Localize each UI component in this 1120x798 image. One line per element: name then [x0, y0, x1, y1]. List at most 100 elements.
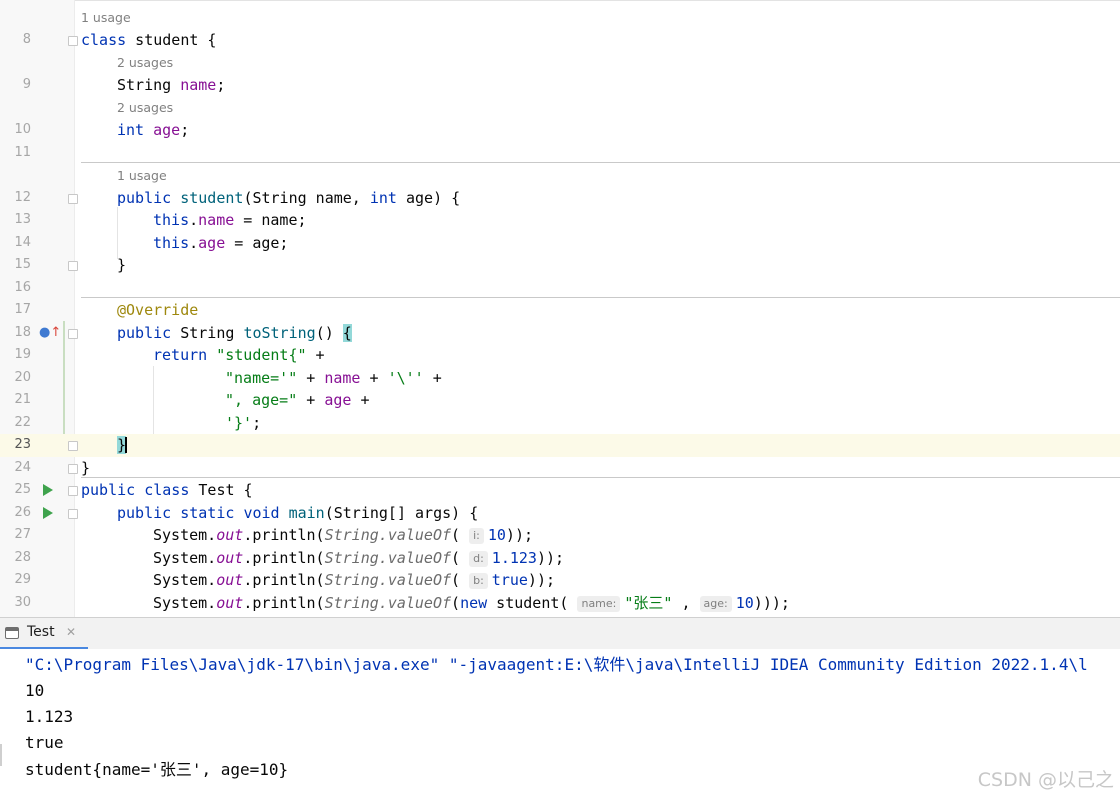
line-number[interactable]: 19 [0, 344, 31, 367]
fold-icon[interactable] [68, 486, 78, 496]
line-number[interactable]: 17 [0, 299, 31, 322]
keyword: void [243, 504, 280, 522]
usage-hint[interactable]: 1 usage [81, 7, 131, 30]
code-text: } [117, 434, 127, 457]
static-field: out [216, 526, 244, 544]
punct: )); [505, 526, 534, 544]
keyword: new [460, 594, 488, 612]
line-number[interactable]: 18 [0, 322, 31, 345]
parameter-hint[interactable]: i: [469, 528, 484, 544]
number-literal: 1.123 [491, 549, 537, 567]
usage-hint[interactable]: 2 usages [117, 52, 173, 75]
line-number[interactable]: 15 [0, 254, 31, 277]
fold-icon[interactable] [68, 329, 78, 339]
keyword: public [117, 189, 172, 207]
operator: + [360, 369, 388, 387]
console-output-line[interactable]: 10 [25, 678, 44, 704]
line-number[interactable]: 30 [0, 592, 31, 615]
code-line: 20 "name='" + name + '\'' + [0, 367, 1120, 390]
console-output-line[interactable]: 1.123 [25, 704, 73, 730]
code-text: public static void main(String[] args) { [117, 502, 478, 525]
method-separator [81, 162, 1120, 163]
code-line: 18 ●↑ public String toString() { [0, 322, 1120, 345]
fold-icon[interactable] [68, 194, 78, 204]
method-name: toString [243, 324, 316, 342]
method-call: .println( [243, 526, 325, 544]
code-editor[interactable]: 1 usage 8 class student { 2 usages 9 Str… [0, 0, 1120, 617]
run-gutter-icon[interactable] [43, 484, 53, 496]
parameter-hint[interactable]: b: [469, 573, 488, 589]
code-line: 13 this.name = name; [0, 209, 1120, 232]
class-ref: String. [324, 549, 388, 567]
line-number[interactable]: 25 [0, 479, 31, 502]
line-number[interactable]: 20 [0, 367, 31, 390]
code-text: ", age=" + age + [225, 389, 370, 412]
fold-icon[interactable] [68, 509, 78, 519]
fold-icon[interactable] [68, 464, 78, 474]
boolean-literal: true [491, 571, 528, 589]
code-text: "name='" + name + '\'' + [225, 367, 442, 390]
close-icon[interactable]: ✕ [66, 625, 76, 639]
keyword: public [117, 504, 172, 522]
line-number[interactable]: 13 [0, 209, 31, 232]
code-line: 12 public student(String name, int age) … [0, 187, 1120, 210]
parameter-hint[interactable]: d: [469, 551, 488, 567]
punct: ( [451, 549, 461, 567]
type: String [117, 76, 181, 94]
code-line: 27 System.out.println(String.valueOf( i:… [0, 524, 1120, 547]
line-number[interactable]: 29 [0, 569, 31, 592]
console-output-line[interactable]: true [25, 730, 64, 756]
line-number[interactable]: 8 [0, 29, 31, 52]
static-field: out [216, 571, 244, 589]
usage-hint[interactable]: 1 usage [117, 165, 167, 188]
parameter-hint[interactable]: age: [699, 596, 732, 612]
code-text: return "student{" + [153, 344, 325, 367]
fold-icon[interactable] [68, 36, 78, 46]
line-number[interactable]: 14 [0, 232, 31, 255]
line-number[interactable]: 28 [0, 547, 31, 570]
fold-icon[interactable] [68, 441, 78, 451]
console-command-line[interactable]: "C:\Program Files\Java\jdk-17\bin\java.e… [25, 652, 1088, 678]
params: (String[] args) { [324, 504, 479, 522]
tab-test[interactable]: Test ✕ [0, 618, 88, 649]
line-number[interactable]: 16 [0, 277, 31, 300]
parameter-hint[interactable]: name: [577, 596, 621, 612]
operator: + [423, 369, 442, 387]
punct: , [672, 594, 691, 612]
line-number[interactable]: 9 [0, 74, 31, 97]
code-text: System.out.println(String.valueOf(new st… [153, 592, 790, 615]
line-number[interactable]: 11 [0, 142, 31, 165]
constructor-name: student [180, 189, 244, 207]
code-text: public String toString() { [117, 322, 352, 345]
number-literal: 10 [735, 594, 754, 612]
keyword: public class [81, 481, 190, 499]
line-number[interactable]: 23 [0, 434, 31, 457]
text-cursor [125, 437, 127, 453]
code-text: int age; [117, 119, 189, 142]
override-gutter-icon[interactable]: ●↑ [39, 326, 61, 340]
fold-icon[interactable] [68, 261, 78, 271]
run-tab-bar: Test ✕ [0, 618, 1120, 649]
class-declaration: Test { [189, 481, 253, 499]
line-number[interactable]: 22 [0, 412, 31, 435]
keyword: this [153, 211, 190, 229]
console-output-line[interactable]: student{name='张三', age=10} [25, 757, 288, 783]
class-ref: System. [153, 526, 217, 544]
line-number[interactable]: 26 [0, 502, 31, 525]
keyword: int [369, 189, 397, 207]
code-text: } [117, 256, 127, 274]
line-number[interactable]: 24 [0, 457, 31, 480]
usage-hint-row: 2 usages [0, 97, 1120, 120]
line-number[interactable]: 21 [0, 389, 31, 412]
code-text: public class Test { [81, 479, 253, 502]
console-tab-icon [5, 627, 19, 639]
code-text: '}'; [225, 412, 261, 435]
params: (String name, [243, 189, 370, 207]
line-number[interactable]: 27 [0, 524, 31, 547]
line-number[interactable]: 12 [0, 187, 31, 210]
usage-hint[interactable]: 2 usages [117, 97, 173, 120]
code-line: 30 System.out.println(String.valueOf(new… [0, 592, 1120, 615]
run-gutter-icon[interactable] [43, 507, 53, 519]
static-method: valueOf [387, 594, 452, 612]
line-number[interactable]: 10 [0, 119, 31, 142]
